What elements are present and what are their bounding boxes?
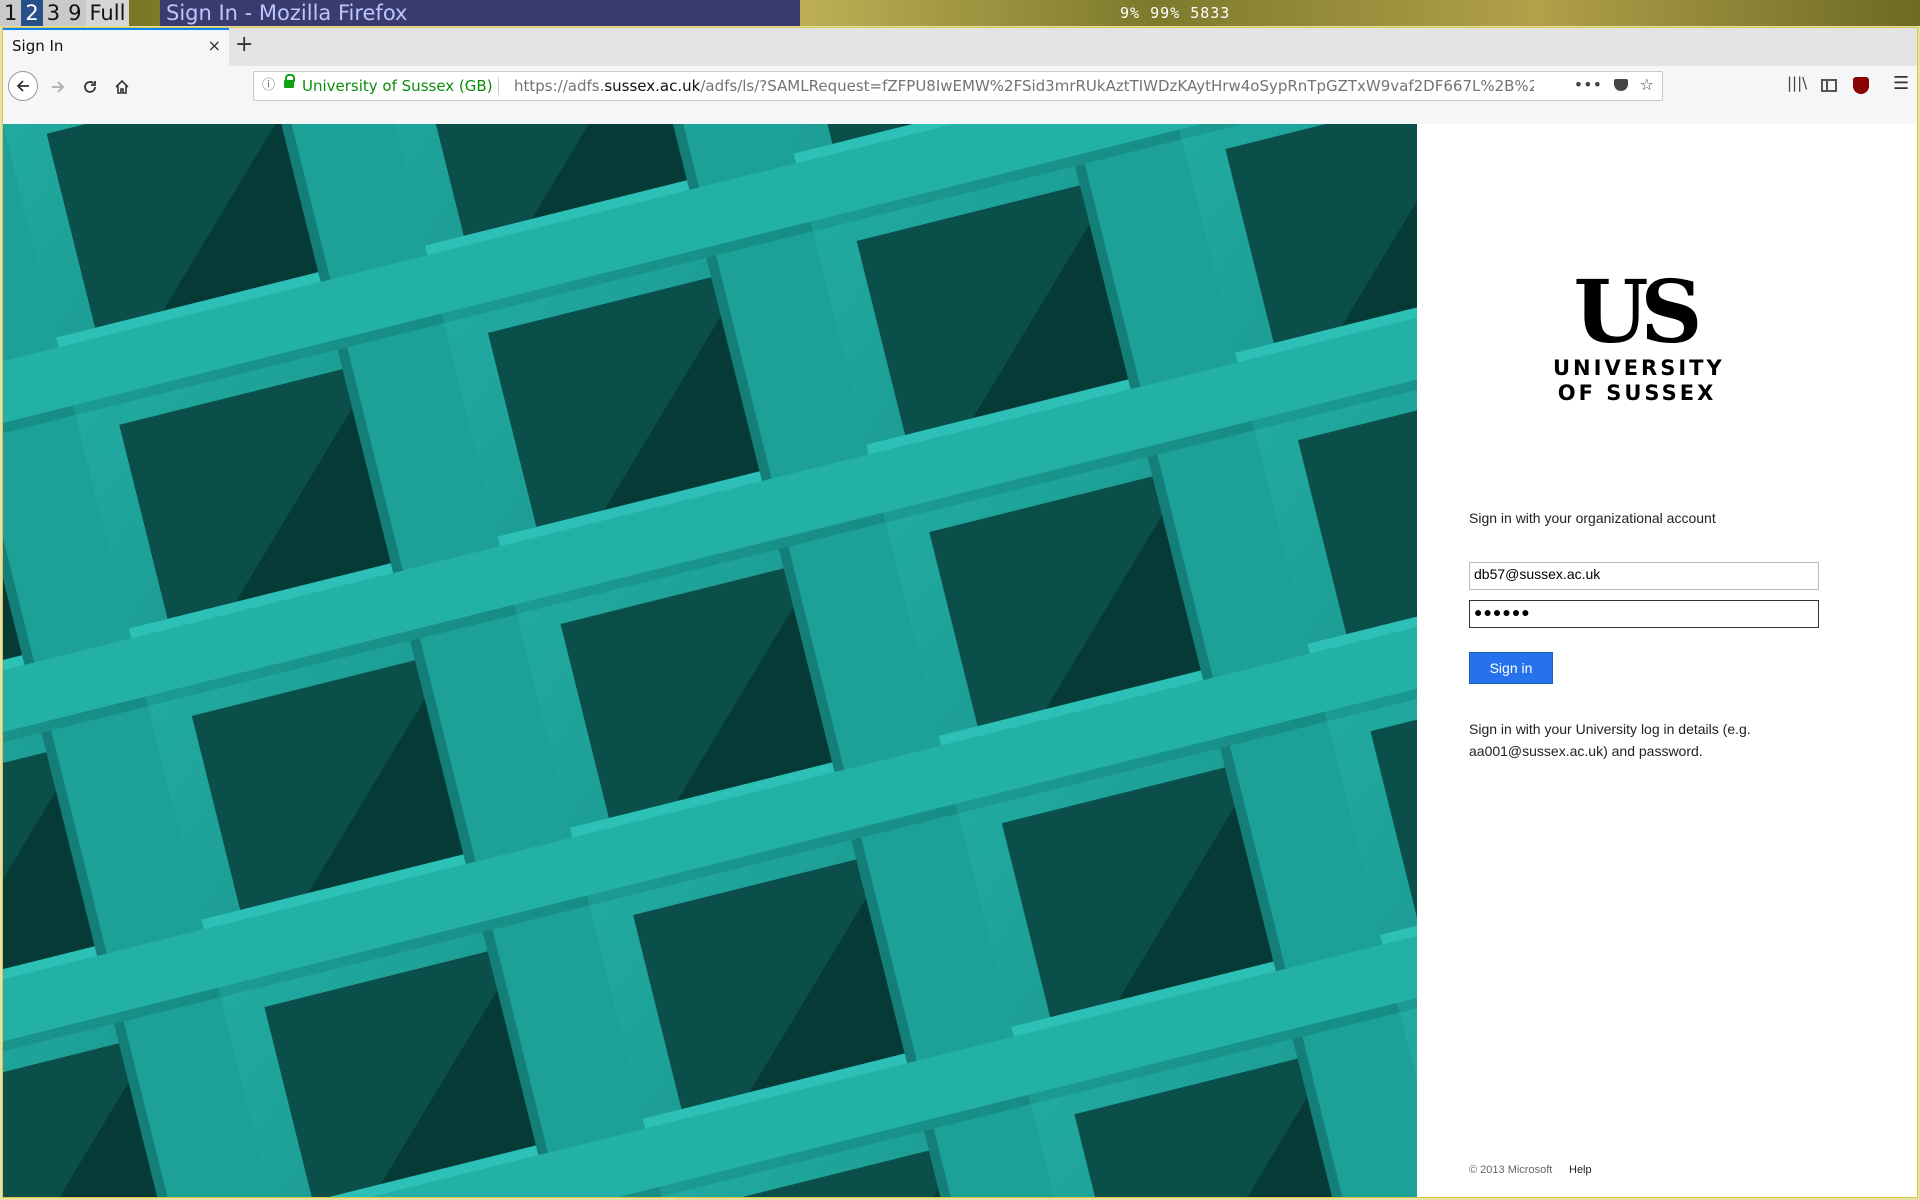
- close-tab-icon[interactable]: ×: [208, 36, 221, 55]
- logo-monogram: US: [1573, 262, 1702, 363]
- window-manager-bar: 1 2 3 9 Full Sign In - Mozilla Firefox 9…: [0, 0, 1920, 26]
- ublock-icon[interactable]: [1853, 77, 1869, 94]
- password-field[interactable]: ●●●●●●: [1469, 600, 1819, 628]
- signin-heading: Sign in with your organizational account: [1469, 510, 1716, 526]
- page-content: US UNIVERSITY OF SUSSEX Sign in with you…: [3, 124, 1917, 1197]
- workspace-full[interactable]: Full: [85, 0, 130, 26]
- url-path: /adfs/ls/?SAMLRequest=fZFPU8IwEMW%2FSid3…: [700, 77, 1534, 95]
- system-status: 9% 99% 5833: [1120, 4, 1231, 22]
- home-button[interactable]: [109, 74, 135, 100]
- window-title: Sign In - Mozilla Firefox: [160, 0, 800, 26]
- info-icon[interactable]: ⓘ: [262, 72, 275, 100]
- url-separator: [498, 77, 499, 95]
- login-panel: US UNIVERSITY OF SUSSEX Sign in with you…: [1417, 124, 1917, 1197]
- reload-icon: [84, 81, 96, 93]
- workspace-3[interactable]: 3: [42, 0, 65, 26]
- teal-building-facade-image: [3, 124, 1417, 1197]
- browser-window: Sign In × + ⓘ University of Sussex (GB) …: [2, 27, 1918, 1198]
- footer-copyright: © 2013 Microsoft: [1469, 1164, 1553, 1176]
- logo-wordmark: UNIVERSITY OF SUSSEX: [1553, 356, 1725, 406]
- reload-button[interactable]: [77, 74, 103, 100]
- library-icon[interactable]: |||\: [1787, 74, 1807, 92]
- tab-strip: Sign In × +: [3, 28, 1917, 66]
- workspace-9[interactable]: 9: [64, 0, 86, 26]
- workspace-switcher: 1 2 3 9 Full: [0, 0, 130, 26]
- sidebar-icon[interactable]: [1821, 79, 1837, 92]
- url-bar[interactable]: ⓘ University of Sussex (GB) https://adfs…: [253, 71, 1663, 101]
- home-icon: [115, 79, 129, 94]
- arrow-left-icon: [16, 80, 29, 92]
- site-identity-label[interactable]: University of Sussex (GB): [302, 72, 493, 100]
- tab-sign-in[interactable]: Sign In ×: [3, 28, 229, 66]
- hamburger-menu-icon[interactable]: ☰: [1893, 73, 1909, 94]
- back-button[interactable]: [8, 71, 38, 101]
- tab-title: Sign In: [12, 37, 64, 55]
- signin-button[interactable]: Sign in: [1469, 652, 1553, 684]
- workspace-2[interactable]: 2: [21, 0, 43, 26]
- footer-help-link[interactable]: Help: [1569, 1164, 1592, 1176]
- workspace-1[interactable]: 1: [0, 0, 22, 26]
- new-tab-icon[interactable]: +: [235, 32, 253, 57]
- url-text[interactable]: https://adfs.sussex.ac.uk/adfs/ls/?SAMLR…: [514, 72, 1534, 100]
- navigation-toolbar: ⓘ University of Sussex (GB) https://adfs…: [3, 66, 1917, 108]
- logo-line-2: OF SUSSEX: [1557, 381, 1717, 405]
- ellipsis-icon[interactable]: •••: [1574, 72, 1602, 99]
- university-logo: US UNIVERSITY OF SUSSEX: [1553, 270, 1722, 406]
- logo-line-1: UNIVERSITY: [1553, 356, 1725, 380]
- arrow-right-icon: [52, 81, 65, 93]
- signin-help-text: Sign in with your University log in deta…: [1469, 721, 1751, 759]
- url-prefix: https://adfs.: [514, 77, 605, 95]
- lock-icon: [284, 74, 295, 88]
- pocket-icon[interactable]: [1614, 79, 1628, 91]
- email-field[interactable]: db57@sussex.ac.uk: [1469, 562, 1819, 590]
- building-illustration: [3, 124, 1417, 1197]
- forward-button[interactable]: [45, 74, 71, 100]
- star-icon[interactable]: ☆: [1640, 72, 1654, 99]
- url-domain: sussex.ac.uk: [604, 77, 701, 95]
